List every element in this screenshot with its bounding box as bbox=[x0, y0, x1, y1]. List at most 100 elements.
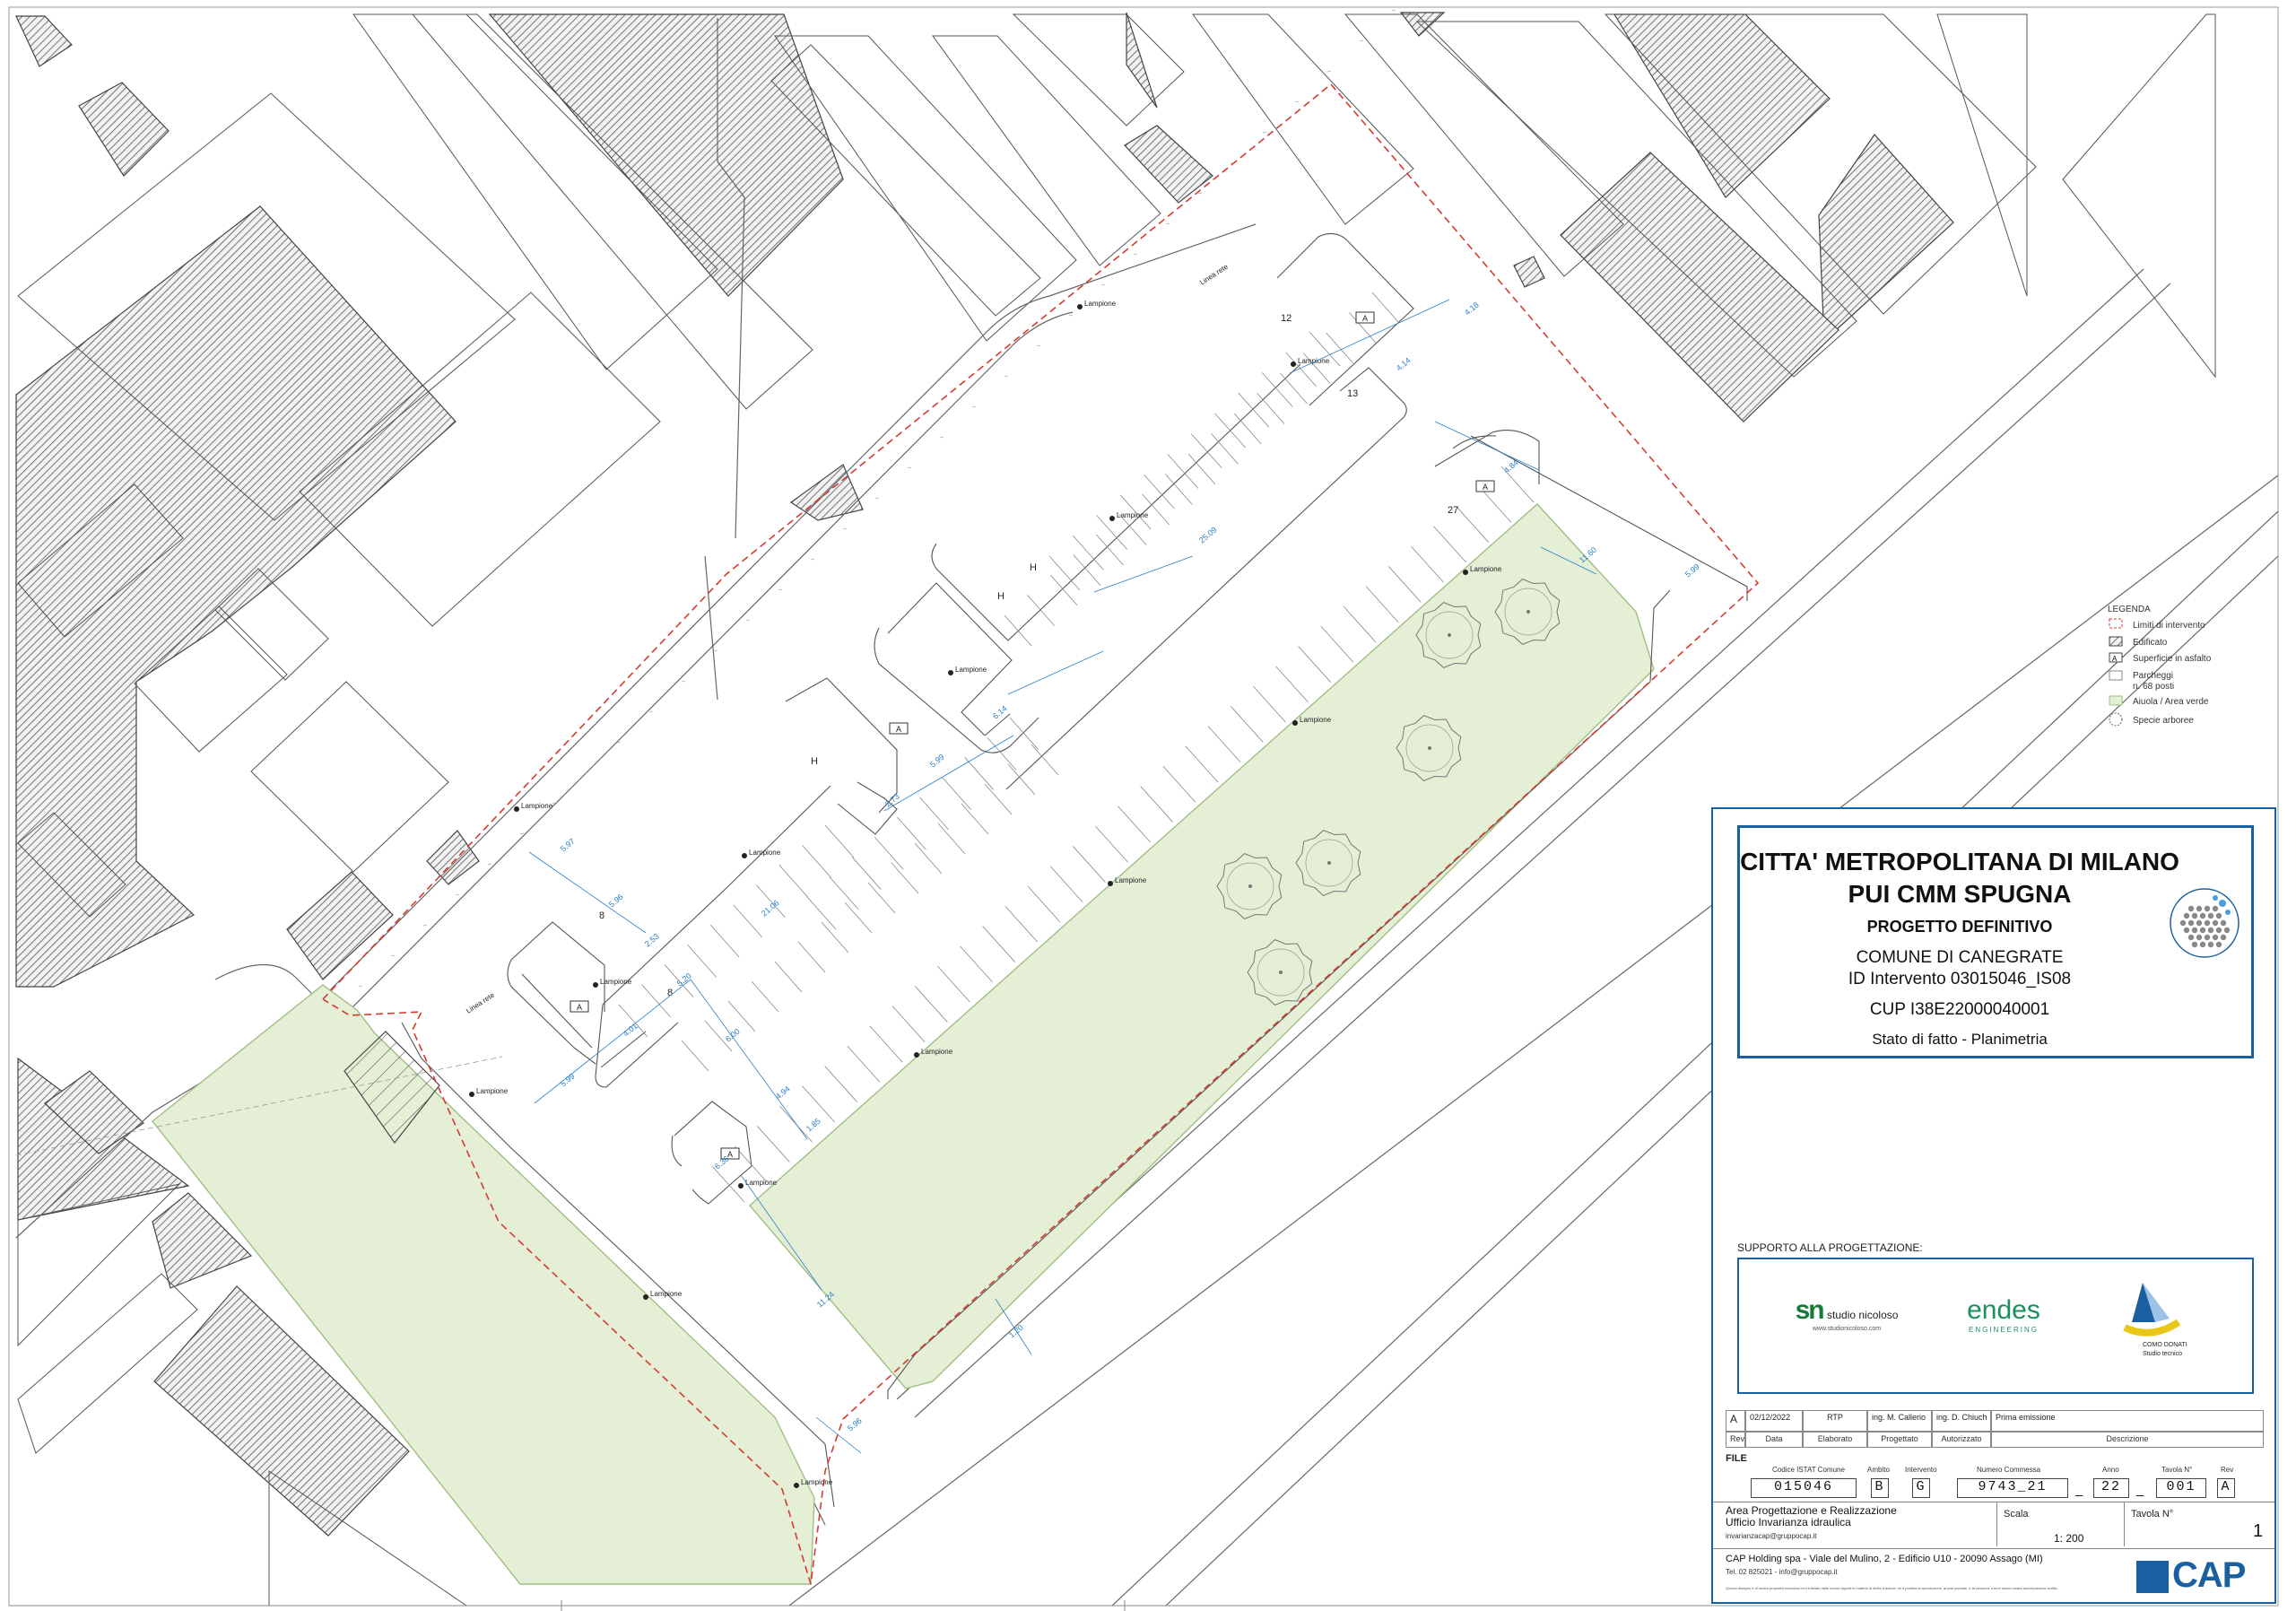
dimension-label: 6.00 bbox=[724, 1027, 742, 1044]
rev-value: A bbox=[1726, 1410, 1745, 1432]
parking-stall-line bbox=[1230, 706, 1264, 743]
rev-hdr-autorizzato: Autorizzato bbox=[1932, 1432, 1991, 1448]
lamp-label: Lampione bbox=[801, 1478, 833, 1486]
tavola-code-label: Tavola N° bbox=[2161, 1466, 2193, 1474]
street-tick bbox=[1359, 39, 1364, 42]
rev-code: A bbox=[2217, 1478, 2235, 1498]
dimension-label: 4.18 bbox=[1463, 300, 1481, 318]
parking-stall-line bbox=[1253, 685, 1286, 723]
tavola-code: 001 bbox=[2156, 1478, 2206, 1498]
logo-dot bbox=[2191, 912, 2198, 919]
street-tick bbox=[648, 710, 654, 713]
parking-stall-line bbox=[1004, 614, 1032, 647]
street-tick bbox=[487, 863, 492, 866]
intervento-code: G bbox=[1912, 1478, 1930, 1498]
lamp-icon bbox=[469, 1092, 474, 1097]
dimension-label: 21.06 bbox=[760, 898, 781, 918]
commessa-label: Numero Commessa bbox=[1977, 1466, 2041, 1474]
parking-stall-line bbox=[756, 1126, 790, 1163]
cmm-spugna-logo-icon bbox=[2170, 888, 2239, 958]
dimension-label: 25.09 bbox=[1197, 525, 1219, 544]
parking-stall-line bbox=[778, 865, 809, 898]
lamp-icon bbox=[1291, 361, 1296, 367]
space-label: 27 bbox=[1448, 505, 1458, 516]
logo-dot bbox=[2179, 919, 2187, 927]
lamp-icon bbox=[742, 853, 747, 858]
title-line-1: CITTA' METROPOLITANA DI MILANO bbox=[1740, 848, 2179, 875]
parking-stall-line bbox=[891, 862, 919, 894]
lamp-label: Lampione bbox=[921, 1048, 953, 1056]
dimension-label: 2.53 bbox=[643, 932, 661, 949]
parking-stall-line bbox=[851, 857, 882, 890]
logo-dot bbox=[2220, 934, 2227, 941]
logo-dot bbox=[2196, 919, 2203, 927]
parking-stall-line bbox=[1275, 666, 1309, 703]
parking-stall-line bbox=[1211, 433, 1239, 465]
parking-stall-line bbox=[1048, 555, 1081, 591]
space-label: 8 bbox=[599, 910, 604, 921]
parking-stall-line bbox=[1298, 646, 1332, 683]
street-tick bbox=[713, 649, 718, 652]
parking-stall-line bbox=[641, 984, 671, 1018]
street-tick bbox=[842, 527, 848, 530]
rev-progettato: ing. M. Callerio bbox=[1867, 1410, 1932, 1432]
dimension-label: 5.99 bbox=[559, 1072, 577, 1089]
parking-stall-line bbox=[919, 797, 949, 831]
intervento-label: Intervento bbox=[1905, 1466, 1937, 1474]
lamp-label: Lampione bbox=[521, 802, 553, 810]
disclaimer: Questo disegno è di nostra proprietà esc… bbox=[1726, 1586, 2058, 1590]
street-tick bbox=[455, 893, 460, 896]
legend-label-parking-count: n. 68 posti bbox=[2133, 682, 2174, 692]
parking-stall-line bbox=[869, 1025, 903, 1063]
legend-label-asphalt: Superficie in asfalto bbox=[2133, 654, 2212, 664]
logo-dot bbox=[2215, 927, 2222, 934]
dimension-label: 4.14 bbox=[1395, 356, 1413, 373]
parking-stall-line bbox=[1320, 626, 1354, 663]
parking-stall-line bbox=[847, 1046, 881, 1083]
logo-dot bbox=[2183, 912, 2190, 919]
legend-label-parking: Parcheggi bbox=[2133, 671, 2173, 681]
rev-descrizione: Prima emissione bbox=[1991, 1410, 2264, 1432]
street-tick bbox=[778, 588, 783, 591]
scala-tavola-divider bbox=[2124, 1502, 2125, 1546]
area-email: invarianzacap@gruppocap.it bbox=[1726, 1532, 1817, 1540]
street-tick bbox=[422, 924, 428, 927]
title-block: CITTA' METROPOLITANA DI MILANO PUI CMM S… bbox=[1711, 807, 2276, 1604]
legend-swatch-limits bbox=[2109, 618, 2123, 629]
logo-dot bbox=[2191, 941, 2198, 948]
dimension-label: 5.99 bbox=[928, 753, 946, 770]
parking-stall-line bbox=[891, 1006, 926, 1042]
rev-hdr-progettato: Progettato bbox=[1867, 1432, 1932, 1448]
anno-label: Anno bbox=[2102, 1466, 2119, 1474]
legend: LEGENDA Limiti di intervento Edificato A… bbox=[2108, 605, 2212, 727]
parking-stall-line bbox=[751, 980, 779, 1013]
parking-stall-line bbox=[942, 777, 971, 810]
dimension-label: 5.99 bbox=[1683, 562, 1701, 579]
parking-stall-line bbox=[802, 1085, 835, 1123]
parking-stall-line bbox=[824, 1066, 858, 1102]
endes-mark: endes bbox=[1967, 1295, 2040, 1325]
logo-dot bbox=[2183, 927, 2190, 934]
logo-dot bbox=[2204, 919, 2211, 927]
street-tick bbox=[874, 497, 880, 500]
lamp-label: Lampione bbox=[1298, 357, 1330, 365]
parking-stall-line bbox=[1326, 332, 1354, 364]
logo-dot bbox=[2199, 912, 2206, 919]
dimension-label: 1.85 bbox=[804, 1117, 822, 1134]
rev-hdr-elaborato: Elaborato bbox=[1803, 1432, 1867, 1448]
lamp-icon bbox=[738, 1183, 744, 1189]
street-label-1: Linea rete bbox=[1198, 262, 1230, 286]
street-tick bbox=[939, 436, 944, 439]
parking-stall-line bbox=[727, 1000, 756, 1032]
cap-logo: CAP bbox=[2135, 1554, 2269, 1595]
green-area-south bbox=[152, 984, 815, 1585]
lamp-label: Lampione bbox=[955, 666, 987, 674]
street-tick bbox=[1036, 344, 1041, 347]
lamp-icon bbox=[1292, 720, 1298, 726]
studio-nicoloso-logo: sn studio nicoloso www.studionicoloso.co… bbox=[1775, 1295, 1918, 1367]
rev-hdr-descrizione: Descrizione bbox=[1991, 1432, 2264, 1448]
lamp-label: Lampione bbox=[1470, 565, 1502, 573]
parking-stall-line bbox=[829, 876, 859, 910]
lamp-icon bbox=[794, 1483, 799, 1488]
scala-value: 1: 200 bbox=[2054, 1532, 2084, 1545]
